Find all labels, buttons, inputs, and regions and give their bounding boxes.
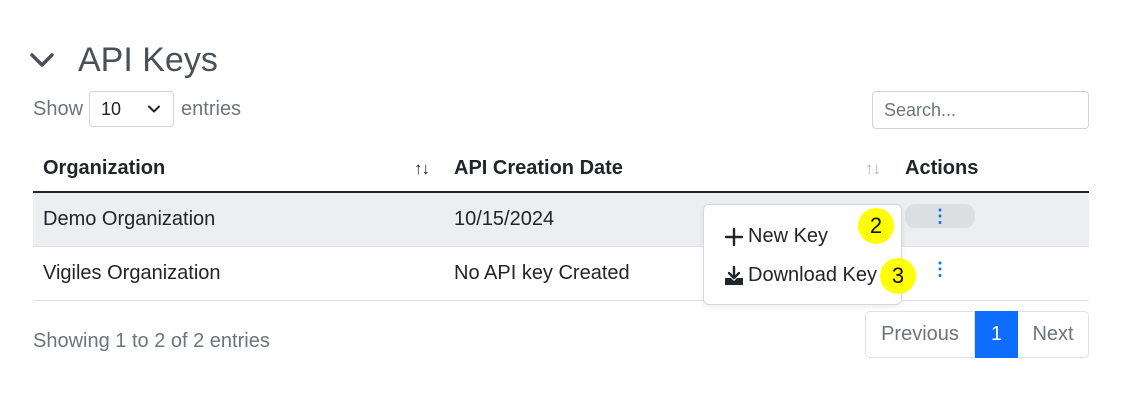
page-1-button[interactable]: 1 (975, 311, 1018, 358)
previous-page-button[interactable]: Previous (865, 311, 975, 358)
column-header-api-creation-date[interactable]: API Creation Date (454, 157, 623, 180)
table-row: Vigiles Organization No API key Created … (33, 247, 1089, 301)
table-row: Demo Organization 10/15/2024 ⋮ (33, 193, 1089, 247)
download-icon (725, 265, 743, 285)
sort-icon[interactable]: ↑↓ (865, 159, 881, 179)
kebab-icon: ⋮ (931, 258, 949, 279)
download-key-menu-item[interactable]: Download Key (724, 264, 877, 287)
section-title: API Keys (78, 41, 218, 79)
chevron-down-icon[interactable] (28, 46, 56, 74)
actions-menu-button[interactable]: ⋮ (905, 204, 975, 228)
search-input[interactable] (872, 91, 1089, 129)
table-header: Organization ↑↓ API Creation Date ↑↓ Act… (33, 143, 1089, 193)
organization-cell: Vigiles Organization (43, 262, 221, 284)
show-label: Show (33, 97, 84, 120)
step-badge: 3 (880, 258, 916, 294)
entries-per-page-select[interactable]: 10 (89, 91, 175, 127)
table-info: Showing 1 to 2 of 2 entries (33, 330, 270, 352)
new-key-menu-item[interactable]: New Key (724, 225, 828, 248)
new-key-label: New Key (748, 225, 829, 247)
step-badge: 2 (858, 208, 894, 244)
next-page-button[interactable]: Next (1018, 311, 1089, 358)
chevron-down-icon (148, 105, 161, 113)
api-keys-table: Organization ↑↓ API Creation Date ↑↓ Act… (33, 143, 1089, 301)
download-key-label: Download Key (748, 264, 877, 286)
plus-icon (724, 227, 744, 246)
section-header[interactable]: API Keys (28, 40, 218, 80)
column-header-actions: Actions (905, 157, 979, 179)
entries-length-control: Show 10 entries (33, 91, 241, 127)
column-header-organization[interactable]: Organization (43, 157, 165, 180)
page: API Keys Show 10 entries Organization ↑↓… (0, 0, 1128, 396)
entries-label: entries (181, 97, 242, 120)
api-creation-date-cell: No API key Created (454, 262, 630, 284)
sort-icon[interactable]: ↑↓ (414, 159, 430, 179)
api-creation-date-cell: 10/15/2024 (454, 208, 555, 230)
kebab-icon: ⋮ (931, 205, 949, 226)
entries-per-page-value: 10 (101, 98, 122, 119)
pagination: Previous 1 Next (865, 311, 1089, 358)
organization-cell: Demo Organization (43, 208, 216, 230)
